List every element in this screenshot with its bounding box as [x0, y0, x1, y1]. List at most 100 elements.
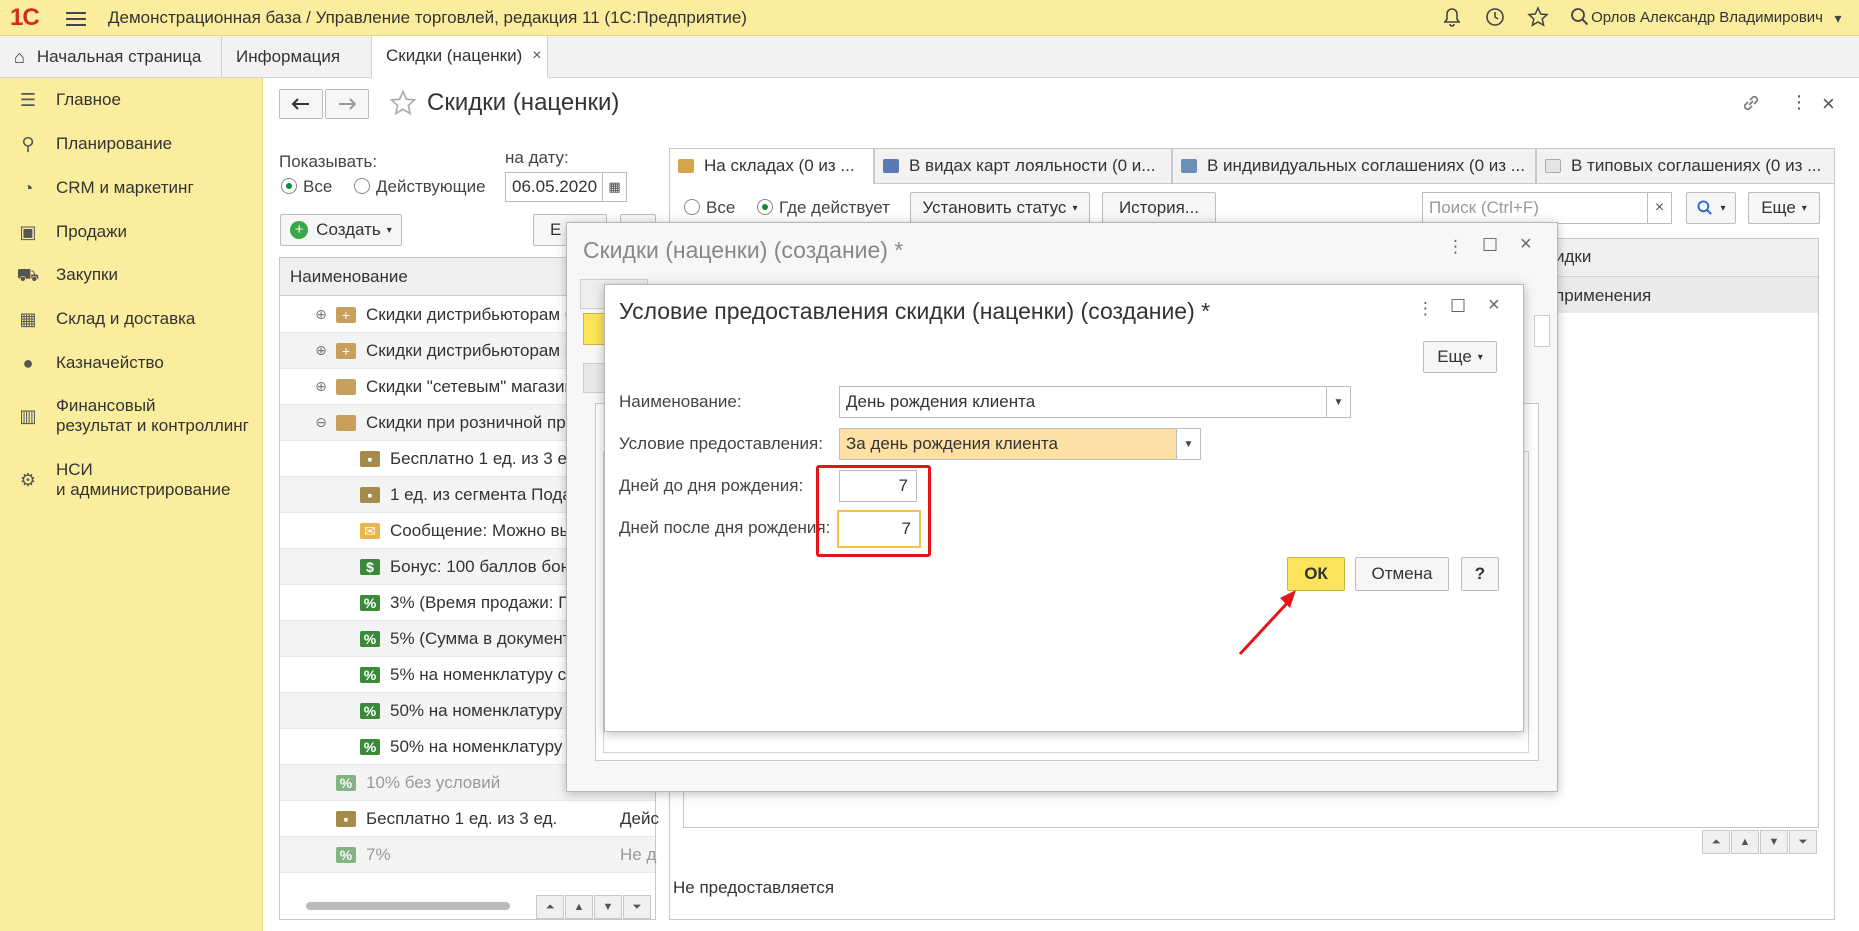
sidebar-item-warehouse[interactable]: ▦ Склад и доставка [0, 309, 263, 330]
dialog2-more-button[interactable]: Еще ▾ [1423, 341, 1497, 373]
folder-icon: + [336, 306, 356, 323]
tab-discounts[interactable]: Скидки (наценки) × [372, 36, 548, 78]
tree-scroll-down-icon[interactable]: ▼ [594, 895, 622, 919]
home-icon: ⌂ [14, 46, 25, 67]
cancel-button[interactable]: Отмена [1355, 557, 1449, 591]
right-row-text: применения [1555, 286, 1652, 305]
more-vertical-icon[interactable]: ⋮ [1790, 92, 1808, 113]
menu-icon[interactable] [66, 8, 86, 26]
tab-warehouses[interactable]: На складах (0 из ... [669, 148, 874, 184]
document-icon [1545, 159, 1561, 173]
sidebar-item-nsi[interactable]: ⚙ НСИ и администрирование [0, 460, 263, 500]
history-button[interactable]: История... [1102, 192, 1216, 224]
dialog-condition-create: Условие предоставления скидки (наценки) … [604, 284, 1524, 732]
sidebar-item-planning[interactable]: ⚲ Планирование [0, 134, 263, 155]
sidebar-item-main[interactable]: ☰ Главное [0, 90, 263, 111]
search-icon[interactable] [1568, 6, 1592, 30]
warehouse-icon [678, 159, 694, 173]
tree-scroll-up-icon[interactable]: ▲ [565, 895, 593, 919]
coin-icon: ● [22, 353, 34, 373]
history-icon[interactable] [1483, 6, 1507, 30]
top-bar: 1С Демонстрационная база / Управление то… [0, 0, 1859, 36]
date-field[interactable]: 06.05.2020 ▦ [505, 172, 627, 202]
chevron-down-icon[interactable]: ▾ [1826, 6, 1850, 30]
gift-icon: ▪ [336, 810, 356, 827]
tree-row[interactable]: ▪ Бесплатно 1 ед. из 3 ед. Дейс [280, 801, 659, 837]
radio-all[interactable]: Все [281, 177, 332, 197]
chevron-down-icon[interactable]: ▼ [1326, 387, 1350, 417]
gift-icon: ▪ [360, 486, 380, 503]
tree-row[interactable]: % 7% Не д [280, 837, 656, 873]
close-form-icon[interactable]: × [1822, 91, 1835, 117]
dialog2-title: Условие предоставления скидки (наценки) … [619, 298, 1211, 324]
more-button-right[interactable]: Еще ▾ [1748, 192, 1820, 224]
tab-loyalty-cards[interactable]: В видах карт лояльности (0 и... [874, 148, 1172, 184]
dialog1-maximize-icon[interactable]: ☐ [1482, 235, 1498, 256]
back-button[interactable] [279, 89, 323, 119]
sidebar-item-finance[interactable]: ▥ Финансовый результат и контроллинг [0, 396, 263, 436]
dialog2-close-icon[interactable]: × [1488, 294, 1500, 317]
bag-icon: ▣ [19, 222, 37, 242]
favorite-star-icon[interactable] [389, 89, 417, 117]
dialog1-subtab[interactable] [583, 363, 605, 393]
scroll-down-icon[interactable]: ▼ [1760, 830, 1788, 854]
app-title: Демонстрационная база / Управление торго… [108, 8, 747, 27]
red-arrow-icon [1238, 590, 1296, 656]
folder-icon [336, 378, 356, 395]
radio-active[interactable]: Действующие [354, 177, 486, 197]
user-name[interactable]: Орлов Александр Владимирович [1591, 9, 1823, 26]
scroll-up-icon[interactable]: ▲ [1731, 830, 1759, 854]
name-field[interactable]: День рождения клиента ▼ [839, 386, 1351, 418]
percent-icon: % [360, 594, 380, 611]
percent-icon: % [360, 666, 380, 683]
tree-scroll-top-icon[interactable]: ⏶ [536, 895, 564, 919]
calendar-icon[interactable]: ▦ [602, 173, 626, 201]
scroll-top-icon[interactable]: ⏶ [1702, 830, 1730, 854]
search-button[interactable]: ▾ [1686, 192, 1736, 224]
tab-home[interactable]: ⌂ Начальная страница [0, 36, 222, 78]
gear-icon: ⚙ [19, 470, 37, 490]
condition-field[interactable]: За день рождения клиента ▼ [839, 428, 1201, 460]
dialog1-more-icon[interactable]: ⋮ [1447, 237, 1464, 257]
tab-typical-agreements[interactable]: В типовых соглашениях (0 из ... [1536, 148, 1835, 184]
forward-button[interactable] [325, 89, 369, 119]
dialog1-close-icon[interactable]: × [1520, 233, 1532, 256]
right-radio-where[interactable]: Где действует [757, 198, 890, 218]
right-col-header[interactable]: идки [1555, 247, 1591, 267]
sidebar-item-crm[interactable]: ◔ CRM и маркетинг [0, 178, 263, 199]
tab-individual-agreements[interactable]: В индивидуальных соглашениях (0 из ... [1172, 148, 1536, 184]
gift-icon: ▪ [360, 450, 380, 467]
grid-icon: ▦ [19, 309, 37, 329]
app-logo[interactable]: 1С [10, 4, 40, 32]
link-icon[interactable] [1740, 92, 1764, 116]
right-radio-all[interactable]: Все [684, 198, 735, 218]
sidebar-item-sales[interactable]: ▣ Продажи [0, 222, 263, 243]
star-icon[interactable] [1526, 6, 1550, 30]
close-icon[interactable]: × [532, 47, 541, 65]
search-input[interactable]: Поиск (Ctrl+F) × [1422, 192, 1672, 224]
dialog2-maximize-icon[interactable]: ☐ [1450, 296, 1466, 317]
days-after-label: Дней после дня рождения: [619, 518, 831, 537]
tree-scroll-bottom-icon[interactable]: ⏷ [623, 895, 651, 919]
create-button[interactable]: + Создать ▾ [280, 214, 402, 246]
set-status-button[interactable]: Установить статус ▾ [910, 192, 1090, 224]
dialog1-side-button[interactable] [1534, 315, 1550, 347]
percent-icon: % [360, 630, 380, 647]
dialog2-more-icon[interactable]: ⋮ [1417, 299, 1434, 319]
percent-icon: % [360, 702, 380, 719]
sidebar-item-purchases[interactable]: ⛟ Закупки [0, 265, 263, 289]
horizontal-scrollbar[interactable] [306, 902, 510, 910]
scroll-bottom-icon[interactable]: ⏷ [1789, 830, 1817, 854]
bell-icon[interactable] [1440, 6, 1464, 30]
clear-icon[interactable]: × [1647, 193, 1671, 223]
sidebar-item-treasury[interactable]: ● Казначейство [0, 353, 263, 374]
percent-icon: % [336, 846, 356, 863]
bonus-icon: $ [360, 558, 380, 575]
cart-icon: ⛟ [16, 265, 40, 285]
chevron-down-icon[interactable]: ▼ [1176, 429, 1200, 459]
tab-info[interactable]: Информация [222, 36, 372, 78]
dialog1-title: Скидки (наценки) (создание) * [583, 237, 904, 263]
help-button[interactable]: ? [1461, 557, 1499, 591]
form-title: Скидки (наценки) [427, 89, 620, 116]
show-label: Показывать: [279, 152, 378, 171]
